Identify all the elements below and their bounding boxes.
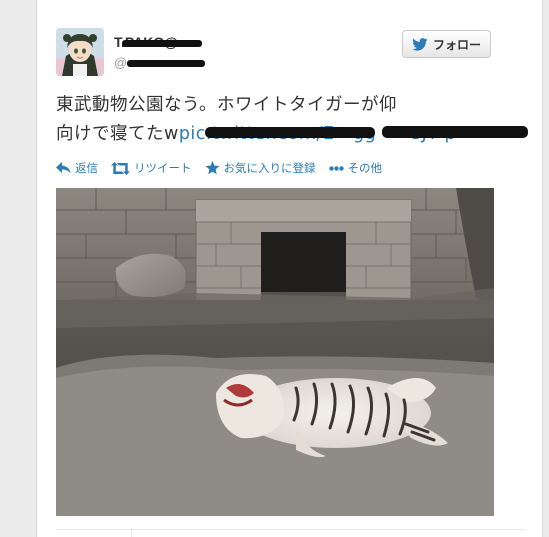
retweet-button[interactable]: リツイート <box>111 160 192 176</box>
link-redaction-1 <box>205 127 375 138</box>
reply-button[interactable]: 返信 <box>56 160 98 176</box>
user-handle[interactable]: @ <box>114 55 127 70</box>
tweet-text-line-1: 東武動物公園なう。ホワイトタイガーが仰 <box>56 95 397 115</box>
link-redaction-2 <box>382 126 528 138</box>
tweet-actions: 返信 リツイート お気に入りに登録 その他 <box>56 158 382 178</box>
follow-button[interactable]: フォロー <box>402 30 491 58</box>
reply-icon <box>56 162 71 174</box>
twitter-bird-icon <box>412 37 428 51</box>
tweet-text: 東武動物公園なう。ホワイトタイガーが仰 向けで寝てたwpic.twitter.c… <box>56 91 526 149</box>
star-icon <box>205 161 220 175</box>
follow-button-label: フォロー <box>432 37 481 52</box>
name-redaction <box>122 40 202 47</box>
more-button[interactable]: その他 <box>328 160 383 176</box>
retweet-icon <box>111 161 130 175</box>
more-label: その他 <box>347 161 383 175</box>
tweet-photo[interactable] <box>56 188 494 516</box>
favorite-label: お気に入りに登録 <box>223 161 316 175</box>
handle-redaction <box>127 60 205 67</box>
tweet-card: T.PAKO@ @ フォロー 東武動物公園なう。ホワイトタイガーが仰 向けで寝て… <box>36 0 543 537</box>
retweet-label: リツイート <box>134 161 192 175</box>
avatar[interactable] <box>56 28 104 76</box>
footer-divider-tick <box>131 529 132 537</box>
tweet-text-plain: 向けで寝てたw <box>56 124 179 144</box>
reply-label: 返信 <box>75 161 98 175</box>
favorite-button[interactable]: お気に入りに登録 <box>205 160 316 176</box>
more-dots-icon <box>328 165 344 171</box>
footer-divider <box>56 529 526 530</box>
